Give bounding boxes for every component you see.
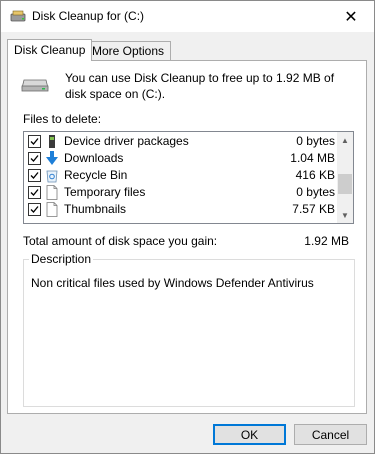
check-icon <box>30 206 39 213</box>
scroll-up-button[interactable]: ▲ <box>337 132 353 148</box>
description-text: Non critical files used by Windows Defen… <box>31 276 314 290</box>
disk-cleanup-window: Disk Cleanup for (C:) ✕ Disk Cleanup Mor… <box>0 0 375 454</box>
scroll-down-button[interactable]: ▼ <box>337 207 353 223</box>
recycle-bin-icon <box>46 170 58 183</box>
tab-disk-cleanup[interactable]: Disk Cleanup <box>7 39 93 61</box>
file-name: Downloads <box>64 151 124 165</box>
files-list[interactable]: Device driver packages 0 bytes Downloads… <box>23 131 354 224</box>
file-size: 1.04 MB <box>290 151 335 165</box>
check-icon <box>30 172 39 179</box>
ok-button[interactable]: OK <box>213 424 286 445</box>
description-group: Description Non critical files used by W… <box>23 252 355 407</box>
vertical-scrollbar[interactable]: ▲ ▼ <box>337 132 353 223</box>
cancel-button[interactable]: Cancel <box>294 424 367 445</box>
check-icon <box>30 189 39 196</box>
driver-icon <box>49 135 55 148</box>
list-item[interactable]: Thumbnails 7.57 KB <box>24 201 337 218</box>
file-icon <box>46 202 58 217</box>
title-bar[interactable]: Disk Cleanup for (C:) ✕ <box>1 1 374 32</box>
chevron-down-icon: ▼ <box>341 210 349 220</box>
checkbox[interactable] <box>28 186 41 199</box>
file-size: 416 KB <box>295 168 335 182</box>
files-to-delete-label: Files to delete: <box>23 112 102 126</box>
list-item[interactable]: Downloads 1.04 MB <box>24 150 337 167</box>
file-name: Device driver packages <box>64 134 189 148</box>
chevron-up-icon: ▲ <box>341 135 349 145</box>
checkbox[interactable] <box>28 203 41 216</box>
list-item[interactable]: Device driver packages 0 bytes <box>24 133 337 150</box>
checkbox[interactable] <box>28 169 41 182</box>
window-title: Disk Cleanup for (C:) <box>32 9 145 23</box>
file-name: Temporary files <box>64 185 146 199</box>
check-icon <box>30 138 39 145</box>
check-icon <box>30 155 39 162</box>
file-icon <box>46 185 58 200</box>
disk-cleanup-panel: You can use Disk Cleanup to free up to 1… <box>7 60 367 414</box>
download-arrow-icon <box>46 151 58 165</box>
file-size: 0 bytes <box>296 185 335 199</box>
scroll-thumb[interactable] <box>338 174 352 194</box>
file-name: Thumbnails <box>64 202 127 216</box>
description-legend: Description <box>29 252 94 266</box>
file-name: Recycle Bin <box>64 168 128 182</box>
close-icon: ✕ <box>344 8 358 26</box>
checkbox[interactable] <box>28 135 41 148</box>
disk-cleanup-icon <box>10 10 26 22</box>
close-button[interactable]: ✕ <box>328 1 374 32</box>
list-item[interactable]: Recycle Bin 416 KB <box>24 167 337 184</box>
file-size: 0 bytes <box>296 134 335 148</box>
total-space-value: 1.92 MB <box>304 234 349 248</box>
drive-icon <box>21 79 49 92</box>
checkbox[interactable] <box>28 152 41 165</box>
intro-text: You can use Disk Cleanup to free up to 1… <box>65 71 335 101</box>
total-space-label: Total amount of disk space you gain: <box>23 234 218 248</box>
file-size: 7.57 KB <box>292 202 335 216</box>
list-item[interactable]: Temporary files 0 bytes <box>24 184 337 201</box>
tab-more-options[interactable]: More Options <box>85 41 172 60</box>
